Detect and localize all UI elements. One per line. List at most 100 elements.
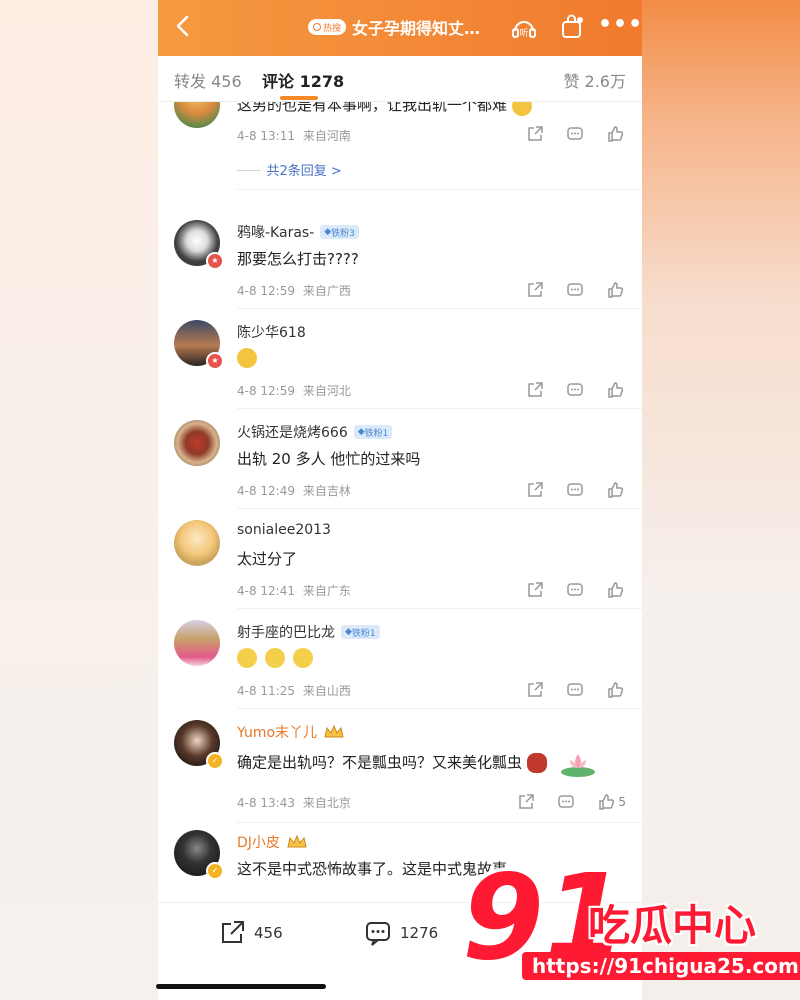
- fan-badge-label: 铁粉1: [364, 428, 389, 439]
- crown-badge-icon: [323, 724, 345, 740]
- comment-actions: [526, 480, 626, 500]
- comment-time: 4-8 12:59: [237, 384, 295, 398]
- fan-badge-label: 铁粉1: [351, 628, 376, 639]
- reply-icon[interactable]: [566, 380, 586, 400]
- tab-repost[interactable]: 转发 456: [174, 68, 242, 92]
- comment-author[interactable]: 鸦喙-Karas-: [237, 222, 314, 242]
- like-button[interactable]: 5: [597, 792, 626, 812]
- lotus-sticker-icon: [558, 748, 598, 778]
- comment-author[interactable]: sonialee2013: [237, 522, 331, 538]
- avatar[interactable]: [174, 102, 220, 128]
- comment-actions: [526, 580, 626, 600]
- comment-time: 4-8 12:59: [237, 284, 295, 298]
- comment-item: 这男的也是有本事啊，让我出轨一个都难 4-8 13:11 来自河南 ┈┈┈ 共2条…: [158, 102, 642, 206]
- comment-button[interactable]: 1276: [364, 919, 438, 947]
- comment-text: [237, 648, 313, 668]
- comment-text: [237, 348, 257, 368]
- share-icon[interactable]: [517, 792, 537, 812]
- share-icon[interactable]: [526, 380, 546, 400]
- view-replies-link[interactable]: ┈┈┈ 共2条回复 >: [237, 160, 342, 179]
- comment-meta: 4-8 12:59 来自河北: [237, 382, 351, 399]
- avatar[interactable]: [174, 420, 220, 466]
- watermark-text: 吃瓜中心: [588, 901, 757, 950]
- gift-icon[interactable]: [558, 13, 586, 41]
- comment-author-row: 射手座的巴比龙 ◆ 铁粉1: [237, 622, 380, 642]
- star-badge-icon: ★: [206, 352, 224, 370]
- like-icon[interactable]: [606, 480, 626, 500]
- comment-author-row: Yumo末丫儿: [237, 722, 345, 742]
- hot-badge-label: 热搜: [323, 23, 342, 34]
- comment-item: 射手座的巴比龙 ◆ 铁粉1 4-8 11:25 来自山西: [158, 618, 642, 718]
- chevron-left-icon[interactable]: [170, 12, 198, 40]
- tab-likes[interactable]: 赞 2.6万: [563, 68, 626, 92]
- comment-meta: 4-8 12:49 来自吉林: [237, 482, 351, 499]
- fan-badge: ◆ 铁粉3: [320, 225, 359, 239]
- background-left: [0, 0, 160, 1000]
- share-icon[interactable]: [526, 480, 546, 500]
- share-icon[interactable]: [526, 124, 546, 144]
- verified-badge-icon: ✓: [206, 752, 224, 770]
- comment-actions: [526, 280, 626, 300]
- comment-location: 来自山西: [302, 684, 351, 698]
- listen-icon[interactable]: 听: [510, 14, 538, 42]
- ladybug-emoji-icon: [526, 753, 547, 773]
- like-icon[interactable]: [606, 124, 626, 144]
- avatar[interactable]: [174, 520, 220, 566]
- comment-list: 这男的也是有本事啊，让我出轨一个都难 4-8 13:11 来自河南 ┈┈┈ 共2条…: [158, 102, 642, 902]
- like-icon[interactable]: [606, 680, 626, 700]
- fan-badge-icon: ◆: [324, 227, 332, 237]
- comment-text: 这男的也是有本事啊，让我出轨一个都难: [237, 102, 532, 116]
- comment-item: ✓ Yumo末丫儿 确定是出轨吗？不是瓢虫吗？又来美化瓢虫 4-8 13:43 …: [158, 718, 642, 828]
- reply-icon[interactable]: [566, 480, 586, 500]
- reply-icon[interactable]: [566, 280, 586, 300]
- reply-icon[interactable]: [566, 680, 586, 700]
- comment-author-row: 陈少华618: [237, 322, 306, 342]
- like-icon[interactable]: [606, 280, 626, 300]
- share-icon[interactable]: [526, 580, 546, 600]
- like-icon[interactable]: [606, 580, 626, 600]
- comment-location: 来自北京: [302, 796, 351, 810]
- eye-roll-emoji-icon: [237, 648, 257, 668]
- comment-author[interactable]: 射手座的巴比龙: [237, 622, 335, 642]
- comment-meta: 4-8 12:41 来自广东: [237, 582, 351, 599]
- replies-dots: ┈┈┈: [237, 164, 261, 179]
- tab-comments[interactable]: 评论 1278: [262, 68, 344, 92]
- comment-time: 4-8 12:49: [237, 484, 295, 498]
- reply-icon[interactable]: [557, 792, 577, 812]
- share-icon: [222, 921, 244, 943]
- hot-search-badge: 热搜: [308, 19, 347, 35]
- divider: [237, 408, 642, 409]
- avatar[interactable]: [174, 620, 220, 666]
- comment-actions: [526, 680, 626, 700]
- comment-meta: 4-8 13:11 来自河南: [237, 127, 351, 144]
- comment-location: 来自广西: [302, 284, 351, 298]
- comment-text-content: 确定是出轨吗？不是瓢虫吗？又来美化瓢虫: [237, 753, 523, 772]
- comment-time: 4-8 13:11: [237, 129, 295, 143]
- listen-label: 听: [519, 28, 528, 39]
- reply-icon[interactable]: [566, 580, 586, 600]
- comment-author[interactable]: 火锅还是烧烤666: [237, 422, 348, 442]
- more-icon[interactable]: •••: [598, 12, 642, 37]
- title-area[interactable]: 热搜 女子孕期得知丈…: [308, 15, 480, 39]
- reply-icon[interactable]: [566, 124, 586, 144]
- verified-badge-icon: ✓: [206, 862, 224, 880]
- tab-bar: 转发 456 评论 1278 赞 2.6万: [158, 56, 642, 102]
- fan-badge-label: 铁粉3: [331, 228, 355, 239]
- like-icon[interactable]: [606, 380, 626, 400]
- comment-text: 太过分了: [237, 550, 298, 568]
- share-icon[interactable]: [526, 280, 546, 300]
- fan-badge: ◆ 铁粉1: [353, 425, 393, 439]
- comment-actions: [526, 124, 626, 144]
- share-icon[interactable]: [526, 680, 546, 700]
- comment-author[interactable]: 陈少华618: [237, 322, 306, 342]
- comment-time: 4-8 13:43: [237, 796, 295, 810]
- watermark: 91 吃瓜中心 https://91chigua25.com: [462, 858, 800, 988]
- comment-author[interactable]: Yumo末丫儿: [237, 722, 317, 742]
- comment-location: 来自吉林: [302, 484, 351, 498]
- divider: [237, 508, 642, 509]
- comment-author-row: sonialee2013: [237, 522, 331, 538]
- comment-meta: 4-8 13:43 来自北京: [237, 794, 351, 811]
- comment-author[interactable]: DJ小皮: [237, 832, 280, 852]
- repost-button[interactable]: 456: [218, 919, 283, 947]
- divider: [237, 608, 642, 609]
